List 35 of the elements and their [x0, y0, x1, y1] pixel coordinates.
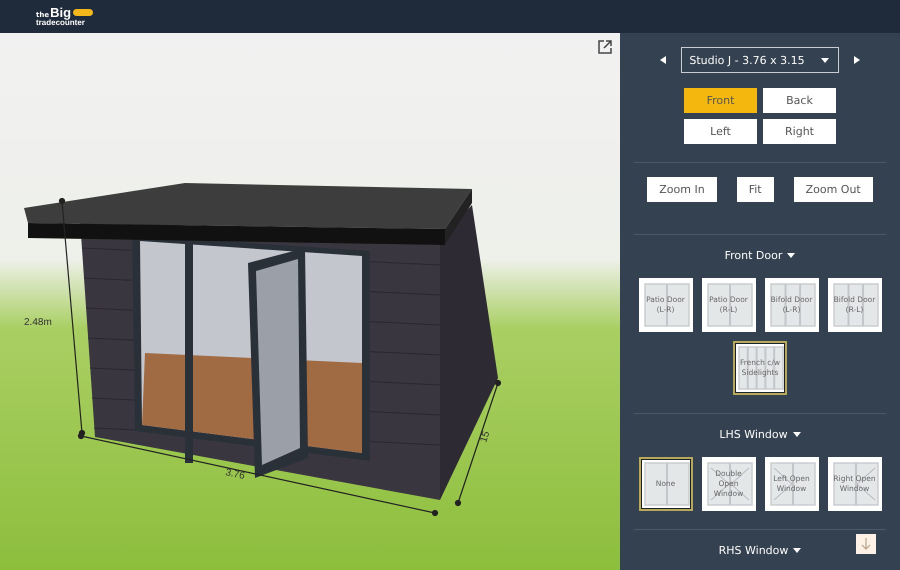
3d-viewer[interactable]: 2.48m 3.76 15	[0, 33, 620, 570]
view-button[interactable]: Back	[763, 88, 836, 113]
caret-icon	[793, 548, 802, 553]
previous-arrow-icon[interactable]	[660, 56, 666, 64]
section-toggle[interactable]: RHS Window	[718, 544, 802, 557]
logo-pill-icon	[73, 9, 94, 16]
caret-icon	[820, 58, 829, 62]
dimension-label: 2.48m	[24, 317, 52, 328]
window-frame-icon	[830, 281, 880, 329]
external-link-icon[interactable]	[598, 40, 612, 54]
next-arrow-icon[interactable]	[854, 56, 860, 64]
zoom-button[interactable]: Zoom Out	[794, 177, 873, 202]
window-frame-icon	[642, 281, 692, 329]
logo-text: tradecounter	[36, 19, 86, 27]
dimension-label: 3.76	[224, 467, 246, 482]
window-frame-icon	[768, 460, 818, 508]
zoom-button[interactable]: Zoom In	[647, 177, 717, 202]
view-button[interactable]: Front	[684, 88, 757, 113]
caret-icon	[792, 432, 801, 437]
dimension-label: 15	[478, 430, 492, 444]
window-frame-icon	[768, 281, 818, 329]
caret-icon	[787, 253, 796, 258]
down-arrow-icon	[861, 538, 871, 550]
view-button[interactable]: Left	[684, 119, 757, 144]
section-toggle[interactable]: Front Door	[724, 249, 796, 262]
window-frame-icon	[830, 460, 880, 508]
window-frame-icon	[642, 460, 692, 508]
view-button[interactable]: Right	[763, 119, 836, 144]
section-toggle[interactable]: LHS Window	[719, 428, 801, 441]
zoom-button[interactable]: Fit	[736, 177, 774, 202]
logo-text: Big	[50, 6, 72, 19]
window-frame-icon	[736, 344, 786, 392]
window-frame-icon	[704, 281, 754, 329]
model-select[interactable]: Studio J - 3.76 x 3.15	[681, 47, 839, 73]
window-frame-icon	[704, 460, 754, 508]
